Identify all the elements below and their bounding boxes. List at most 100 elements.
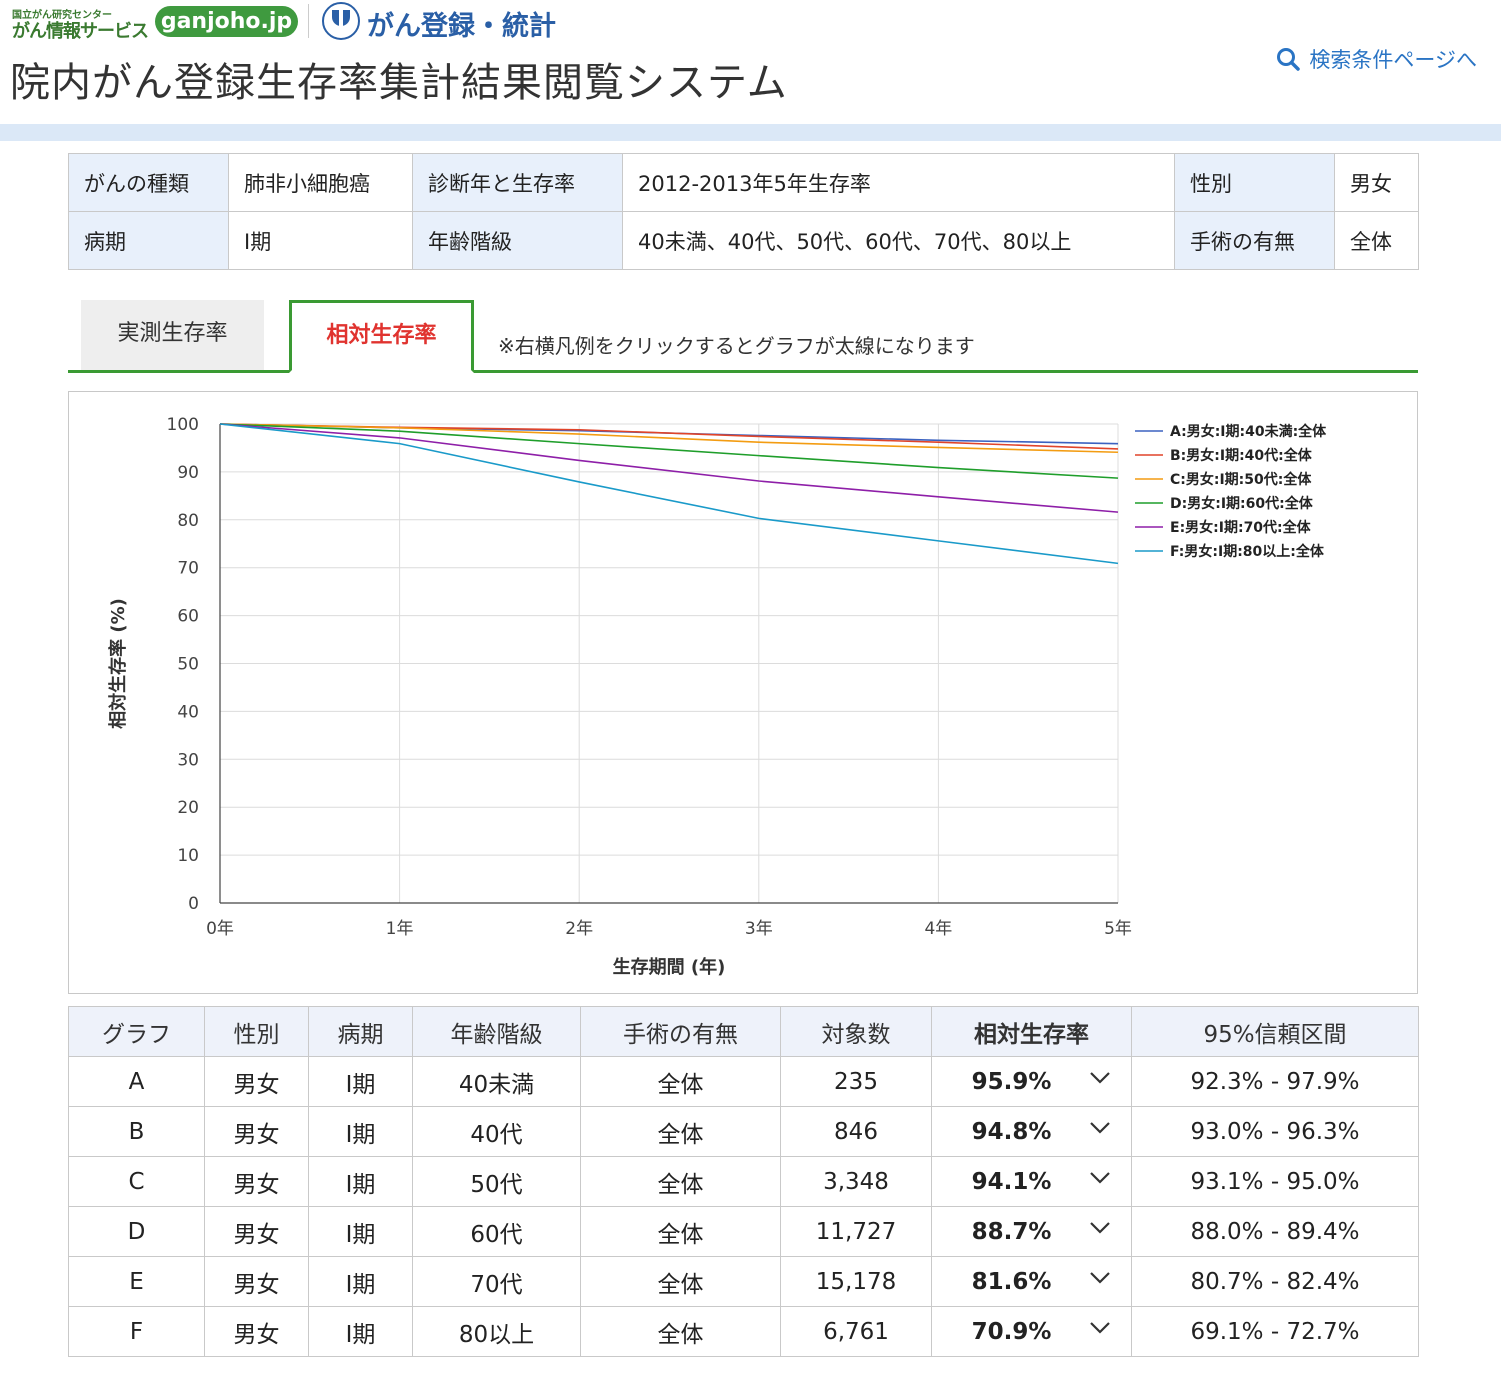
results-cell: Ⅰ期: [308, 1256, 413, 1307]
results-cell: A: [68, 1056, 205, 1107]
results-row: D 男女 Ⅰ期 60代 全体 11,727 88.7% 88.0% - 89.4%: [68, 1206, 1419, 1257]
y-tick-label: 40: [177, 702, 199, 722]
legend-item[interactable]: F:男女:Ⅰ期:80以上:全体: [1170, 543, 1325, 560]
chevron-down-icon[interactable]: [1089, 1121, 1111, 1135]
logo-ganjoho[interactable]: ganjoho.jp: [155, 6, 298, 37]
results-header-cell: 対象数: [780, 1006, 932, 1057]
tab-observed[interactable]: 実測生存率: [81, 300, 264, 370]
tab-relative[interactable]: 相対生存率: [289, 300, 474, 373]
results-cell: 60代: [412, 1206, 581, 1257]
y-tick-label: 30: [177, 750, 199, 770]
y-tick-label: 50: [177, 655, 199, 675]
chevron-down-icon[interactable]: [1089, 1271, 1111, 1285]
results-row: C 男女 Ⅰ期 50代 全体 3,348 94.1% 93.1% - 95.0%: [68, 1156, 1419, 1207]
chevron-down-icon[interactable]: [1089, 1171, 1111, 1185]
search-conditions-link[interactable]: 検索条件ページへ: [1275, 44, 1477, 74]
chevron-down-icon[interactable]: [1089, 1071, 1111, 1085]
chart-svg: 0 10 20 30 40 50 60 70 80 90 100 0年 1年 2年 3年 4年 5年生存期間 (…: [107, 415, 1327, 978]
results-cell: 88.0% - 89.4%: [1131, 1206, 1419, 1257]
chevron-down-icon[interactable]: [1089, 1221, 1111, 1235]
relative-rate-cell: 88.7%: [931, 1206, 1132, 1257]
relative-rate-value: 81.6%: [971, 1268, 1052, 1295]
y-tick-label: 70: [177, 559, 199, 579]
results-row: F 男女 Ⅰ期 80以上 全体 6,761 70.9% 69.1% - 72.7%: [68, 1306, 1419, 1357]
relative-rate-cell: 94.8%: [931, 1106, 1132, 1157]
stage-label: 病期: [68, 211, 229, 270]
results-cell: 11,727: [780, 1206, 932, 1257]
y-tick-label: 0: [188, 894, 199, 914]
results-cell: 男女: [204, 1306, 309, 1357]
results-cell: 男女: [204, 1256, 309, 1307]
legend-item[interactable]: E:男女:Ⅰ期:70代:全体: [1170, 519, 1312, 536]
relative-rate-cell: 81.6%: [931, 1256, 1132, 1307]
results-cell: 全体: [580, 1306, 781, 1357]
results-cell: 15,178: [780, 1256, 932, 1307]
page-title: 院内がん登録生存率集計結果閲覧システム: [10, 60, 788, 106]
y-tick-label: 60: [177, 607, 199, 627]
cancer-type-label: がんの種類: [68, 153, 229, 212]
results-cell: Ⅰ期: [308, 1056, 413, 1107]
results-header-cell: 性別: [204, 1006, 309, 1057]
results-cell: 男女: [204, 1206, 309, 1257]
results-cell: 男女: [204, 1106, 309, 1157]
results-cell: 846: [780, 1106, 932, 1157]
y-tick-label: 80: [177, 511, 199, 531]
results-cell: 男女: [204, 1156, 309, 1207]
results-cell: Ⅰ期: [308, 1156, 413, 1207]
x-tick-label: 2年: [565, 919, 593, 939]
results-cell: 全体: [580, 1056, 781, 1107]
results-cell: 92.3% - 97.9%: [1131, 1056, 1419, 1107]
legend-item[interactable]: D:男女:Ⅰ期:60代:全体: [1170, 495, 1314, 512]
series-line: [219, 423, 1119, 450]
age-value: 40未満、40代、50代、60代、70代、80以上: [622, 211, 1175, 270]
relative-rate-value: 95.9%: [971, 1068, 1052, 1095]
results-cell: 69.1% - 72.7%: [1131, 1306, 1419, 1357]
series-line: [219, 423, 1119, 565]
diagnosis-label: 診断年と生存率: [412, 153, 623, 212]
results-header-cell: 手術の有無: [580, 1006, 781, 1057]
surgery-value: 全体: [1334, 211, 1419, 270]
survival-chart: 0 10 20 30 40 50 60 70 80 90 100 0年 1年 2年 3年 4年 5年 生存期間 (…: [68, 391, 1418, 994]
results-cell: Ⅰ期: [308, 1306, 413, 1357]
results-cell: B: [68, 1106, 205, 1157]
chevron-down-icon[interactable]: [1089, 1321, 1111, 1335]
logo-service-text[interactable]: がん情報サービス: [12, 17, 149, 43]
results-header-row: グラフ 性別 病期 年齢階級 手術の有無 対象数 相対生存率 95%信頼区間: [68, 1006, 1419, 1057]
tab-underline: [68, 370, 1418, 373]
legend-item[interactable]: B:男女:Ⅰ期:40代:全体: [1170, 447, 1313, 464]
x-tick-label: 5年: [1104, 919, 1132, 939]
results-cell: 6,761: [780, 1306, 932, 1357]
results-cell: 93.0% - 96.3%: [1131, 1106, 1419, 1157]
results-row: E 男女 Ⅰ期 70代 全体 15,178 81.6% 80.7% - 82.4%: [68, 1256, 1419, 1307]
cancer-type-value: 肺非小細胞癌: [228, 153, 413, 212]
results-cell: 80以上: [412, 1306, 581, 1357]
conditions-table: がんの種類 肺非小細胞癌 診断年と生存率 2012-2013年5年生存率 性別 …: [68, 153, 1419, 270]
x-tick-label: 1年: [386, 919, 414, 939]
registry-emblem-icon[interactable]: [322, 2, 360, 40]
results-cell: E: [68, 1256, 205, 1307]
legend-note: ※右横凡例をクリックするとグラフが太線になります: [498, 334, 975, 358]
surgery-label: 手術の有無: [1174, 211, 1335, 270]
search-icon: [1277, 48, 1301, 71]
results-cell: 40未満: [412, 1056, 581, 1107]
results-cell: 全体: [580, 1206, 781, 1257]
results-row: A 男女 Ⅰ期 40未満 全体 235 95.9% 92.3% - 97.9%: [68, 1056, 1419, 1107]
relative-rate-value: 88.7%: [971, 1218, 1052, 1245]
y-tick-label: 100: [167, 415, 199, 435]
sex-value: 男女: [1334, 153, 1419, 212]
legend-item[interactable]: C:男女:Ⅰ期:50代:全体: [1170, 471, 1312, 488]
relative-rate-cell: 95.9%: [931, 1056, 1132, 1107]
search-link-label: 検索条件ページへ: [1309, 48, 1477, 72]
results-cell: 80.7% - 82.4%: [1131, 1256, 1419, 1307]
x-tick-label: 4年: [924, 919, 952, 939]
logo-registry-text[interactable]: がん登録・統計: [367, 4, 556, 43]
relative-rate-value: 70.9%: [971, 1318, 1052, 1345]
results-cell: 70代: [412, 1256, 581, 1307]
results-header-cell: 相対生存率: [931, 1006, 1132, 1057]
age-label: 年齢階級: [412, 211, 623, 270]
x-axis-title: 生存期間 (年): [613, 956, 726, 978]
legend-item[interactable]: A:男女:Ⅰ期:40未満:全体: [1170, 423, 1327, 440]
relative-rate-value: 94.1%: [971, 1168, 1052, 1195]
results-cell: Ⅰ期: [308, 1106, 413, 1157]
results-cell: 全体: [580, 1156, 781, 1207]
